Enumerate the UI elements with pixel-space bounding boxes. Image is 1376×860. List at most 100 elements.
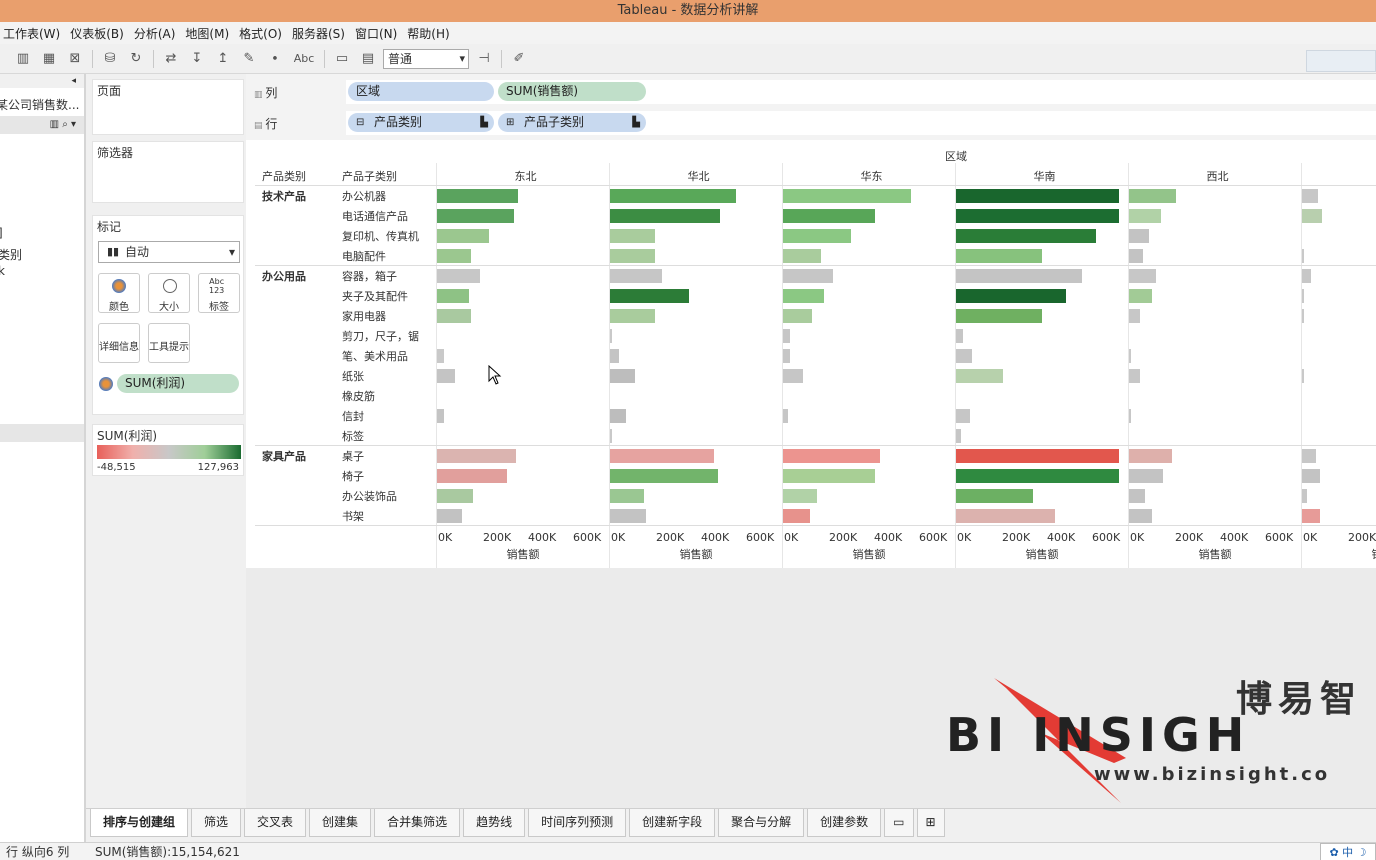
tab-parameter[interactable]: 创建参数 — [807, 809, 882, 837]
axis-tick-label: 600K — [919, 531, 948, 544]
new-dashboard-icon[interactable]: ⊞ — [916, 809, 945, 837]
axis-tick-label: 600K — [746, 531, 775, 544]
bar-mark — [1302, 209, 1323, 223]
region-pill[interactable]: 区域 — [348, 82, 494, 101]
bar-mark — [956, 469, 1119, 483]
bar-mark — [956, 449, 1119, 463]
menu-help[interactable]: 帮助(H) — [404, 25, 456, 42]
swap-icon[interactable]: ⇄ — [160, 49, 182, 69]
datasource-icon[interactable]: ⛁ — [99, 49, 121, 69]
new-worksheet-icon[interactable]: ▥ — [12, 49, 34, 69]
group-icon[interactable]: ∙ — [264, 49, 286, 69]
tab-new-field[interactable]: 创建新字段 — [629, 809, 716, 837]
bar-mark — [783, 509, 810, 523]
selected-field-row[interactable] — [0, 424, 84, 442]
tab-create-set[interactable]: 创建集 — [309, 809, 372, 837]
data-pane-tools[interactable]: ▥ ⌕ ▾ — [0, 116, 84, 134]
size-button[interactable]: 大小 — [148, 273, 190, 313]
subcategory-label: 家用电器 — [342, 310, 386, 323]
tab-filter[interactable]: 筛选 — [191, 809, 242, 837]
new-sheet-icon[interactable]: ▭ — [884, 809, 914, 837]
tab-sort-group[interactable]: 排序与创建组 — [90, 809, 189, 837]
bar-mark — [610, 489, 644, 503]
subcategory-label: 笔、美术用品 — [342, 350, 408, 363]
fit-select[interactable]: 普通 — [383, 48, 469, 69]
tab-forecast[interactable]: 时间序列预测 — [528, 809, 627, 837]
bar-mark — [610, 189, 736, 203]
menu-dashboard[interactable]: 仪表板(B) — [67, 25, 131, 42]
sales-pill[interactable]: SUM(销售额) — [498, 82, 646, 101]
mark-type-select[interactable]: 自动 ▾ ▮▮ — [98, 241, 240, 263]
watermark-cn: 博易智 — [1236, 679, 1363, 720]
label-button[interactable]: Abc 123 标签 — [198, 273, 240, 313]
tooltip-button[interactable]: 工具提示 — [148, 323, 190, 363]
shelves: ▥ 列 ▤ 行 区域 SUM(销售额) ⊟ 产品类别 ▙ ⊞ 产品子类别 ▙ — [246, 74, 1376, 140]
clear-sheet-icon[interactable]: ⊠ — [64, 49, 86, 69]
tab-combined-set-filter[interactable]: 合并集筛选 — [374, 809, 461, 837]
bar-mark — [1129, 229, 1150, 243]
menu-map[interactable]: 地图(M) — [182, 25, 236, 42]
menu-server[interactable]: 服务器(S) — [289, 25, 352, 42]
field-fragment-3[interactable]: k — [0, 264, 5, 278]
menu-analysis[interactable]: 分析(A) — [131, 25, 183, 42]
columns-label-text: 列 — [265, 86, 278, 100]
category-separator — [255, 445, 1376, 446]
bar-mark — [1129, 209, 1161, 223]
subcategory-pill[interactable]: ⊞ 产品子类别 ▙ — [498, 113, 646, 132]
field-fragment-1[interactable]: ] — [0, 226, 3, 240]
highlight-icon[interactable]: ✎ — [238, 49, 260, 69]
rows-label-text: 行 — [265, 117, 278, 131]
axis-tick-label: 200K — [1348, 531, 1376, 544]
show-me-button[interactable] — [1306, 50, 1376, 72]
viz-area[interactable]: 区域产品类别产品子类别东北华北华东华南西北西南技术产品办公机器电话通信产品复印机… — [255, 145, 1376, 568]
bar-mark — [956, 329, 963, 343]
bar-mark — [1302, 469, 1320, 483]
filters-card[interactable]: 筛选器 — [92, 141, 244, 203]
bar-mark — [1129, 509, 1152, 523]
watermark-en: BI INSIGH — [946, 708, 1251, 762]
bar-mark — [1129, 189, 1177, 203]
datasource-name[interactable]: 某公司销售数... — [0, 96, 79, 113]
axis-tick-label: 600K — [1092, 531, 1121, 544]
menu-window[interactable]: 窗口(N) — [352, 25, 404, 42]
annotate-icon[interactable]: ✐ — [508, 49, 530, 69]
field-fragment-2[interactable]: 类别 — [0, 246, 22, 263]
bar-mark — [783, 489, 817, 503]
pages-title: 页面 — [97, 84, 122, 98]
subcategory-label: 电话通信产品 — [342, 210, 408, 223]
tab-trend-line[interactable]: 趋势线 — [463, 809, 526, 837]
bar-mark — [956, 289, 1067, 303]
pin-icon[interactable]: ⊣ — [473, 49, 495, 69]
menu-format[interactable]: 格式(O) — [236, 25, 289, 42]
show-me-icon[interactable]: ▤ — [357, 49, 379, 69]
bar-mark — [1129, 489, 1145, 503]
bar-mark — [610, 509, 646, 523]
sort-ascending-icon[interactable]: ↧ — [186, 49, 208, 69]
pane-collapse-icon[interactable]: ◂ — [0, 74, 84, 88]
subcategory-label: 纸张 — [342, 370, 364, 383]
tab-aggregate[interactable]: 聚合与分解 — [718, 809, 805, 837]
presentation-icon[interactable]: ▭ — [331, 49, 353, 69]
status-rows-cols: 行 纵向6 列 — [6, 845, 70, 859]
detail-button[interactable]: 详细信息 — [98, 323, 140, 363]
mark-type-value: 自动 — [125, 245, 150, 259]
header-subcategory: 产品子类别 — [342, 170, 397, 183]
bar-mark — [437, 369, 455, 383]
menu-worksheet[interactable]: 工作表(W) — [0, 25, 67, 42]
color-button[interactable]: 颜色 — [98, 273, 140, 313]
bar-mark — [1302, 289, 1305, 303]
show-labels-button[interactable]: Abc — [290, 49, 318, 69]
tab-crosstab[interactable]: 交叉表 — [244, 809, 307, 837]
profit-color-pill[interactable]: SUM(利润) — [117, 374, 239, 393]
duplicate-sheet-icon[interactable]: ▦ — [38, 49, 60, 69]
ime-indicator[interactable]: ✿ 中 ☽ — [1320, 843, 1376, 860]
refresh-icon[interactable]: ↻ — [125, 49, 147, 69]
bar-mark — [1302, 489, 1307, 503]
pages-card[interactable]: 页面 — [92, 79, 244, 135]
region-header: 东北 — [514, 170, 537, 183]
bar-mark — [783, 209, 876, 223]
bar-mark — [783, 349, 790, 363]
bar-mark — [610, 269, 662, 283]
sort-descending-icon[interactable]: ↥ — [212, 49, 234, 69]
category-pill[interactable]: ⊟ 产品类别 ▙ — [348, 113, 494, 132]
